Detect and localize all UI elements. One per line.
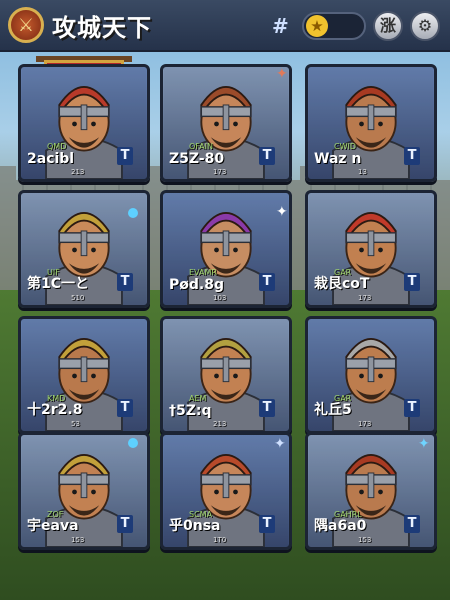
hero-card[interactable]: GAR 礼丘5 T 173	[305, 316, 437, 434]
settings-button[interactable]: ⚙	[410, 11, 440, 41]
hero-level: 103	[213, 294, 227, 302]
gem-marker-icon	[128, 438, 138, 448]
hero-level: 1T0	[213, 536, 227, 544]
hash-icon[interactable]: #	[272, 14, 289, 38]
sparkle-icon: ✦	[276, 66, 288, 82]
troop-type-icon: T	[259, 515, 275, 533]
hero-rank-tag: OFAIN	[189, 142, 213, 151]
sparkle-icon: ✦	[276, 204, 288, 220]
troop-type-icon: T	[404, 515, 420, 533]
troop-type-icon: T	[117, 515, 133, 533]
hero-name: 十2r2.8	[27, 402, 83, 418]
game-emblem-icon[interactable]: ⚔	[8, 7, 44, 43]
hero-level: 53	[71, 420, 80, 428]
game-title: 攻城天下	[52, 13, 152, 42]
menu-button[interactable]: 涨	[373, 11, 403, 41]
hero-name: 乎0nsa	[169, 518, 221, 534]
hero-card[interactable]: QMD 2acibl T 213	[18, 64, 150, 182]
hero-card[interactable]: CWID Waz n T 13	[305, 64, 437, 182]
hero-name: 第1C一と	[27, 276, 90, 292]
hero-name: 宇eava	[27, 518, 79, 534]
hero-level: 153	[358, 536, 372, 544]
troop-type-icon: T	[117, 399, 133, 417]
hero-card[interactable]: OFAIN Z5Z-80 T 173	[160, 64, 292, 182]
hero-name: 隅a6a0	[314, 518, 367, 534]
troop-type-icon: T	[117, 273, 133, 291]
favorites-toggle[interactable]: ★	[302, 12, 366, 40]
troop-type-icon: T	[259, 147, 275, 165]
hero-name: †5Z:q	[169, 403, 212, 419]
hero-name: 礼丘5	[314, 402, 352, 418]
hero-card[interactable]: ZOF 宇eava T 153	[18, 432, 150, 550]
troop-type-icon: T	[117, 147, 133, 165]
hero-rank-tag: EVAMR	[189, 268, 217, 277]
star-marker-icon: ✦	[418, 436, 430, 452]
gem-marker-icon	[128, 208, 138, 218]
hero-name: Waz n	[314, 151, 362, 167]
troop-type-icon: T	[404, 399, 420, 417]
hero-card[interactable]: KMD 十2r2.8 T 53	[18, 316, 150, 434]
top-bar: ⚔ 攻城天下 # ★ 涨 ⚙	[0, 0, 450, 52]
hero-card[interactable]: GAR 栽艮coT T 173	[305, 190, 437, 308]
hero-rank-tag: CWID	[334, 142, 357, 151]
hero-rank-tag: AEM	[189, 394, 207, 403]
hero-name: 2acibl	[27, 151, 75, 167]
hero-card[interactable]: AEM †5Z:q T 213	[160, 316, 292, 434]
hero-level: 173	[358, 294, 372, 302]
hero-name: 栽艮coT	[314, 276, 370, 292]
hero-level: 510	[71, 294, 85, 302]
star-icon: ★	[306, 15, 328, 37]
hero-name: Pød.8g	[169, 277, 224, 293]
hero-level: 173	[358, 420, 372, 428]
troop-type-icon: T	[404, 273, 420, 291]
troop-type-icon: T	[259, 399, 275, 417]
hero-level: 213	[213, 420, 227, 428]
sparkle-icon: ✦	[274, 436, 286, 452]
hero-name: Z5Z-80	[169, 151, 225, 167]
hero-level: 213	[71, 168, 85, 176]
hero-card[interactable]: SCMA 乎0nsa T 1T0	[160, 432, 292, 550]
hero-level: 153	[71, 536, 85, 544]
hero-rank-tag: QMD	[47, 142, 67, 151]
hero-level: 13	[358, 168, 367, 176]
hero-card[interactable]: EVAMR Pød.8g T 103	[160, 190, 292, 308]
troop-type-icon: T	[404, 147, 420, 165]
troop-type-icon: T	[259, 273, 275, 291]
hero-level: 173	[213, 168, 227, 176]
